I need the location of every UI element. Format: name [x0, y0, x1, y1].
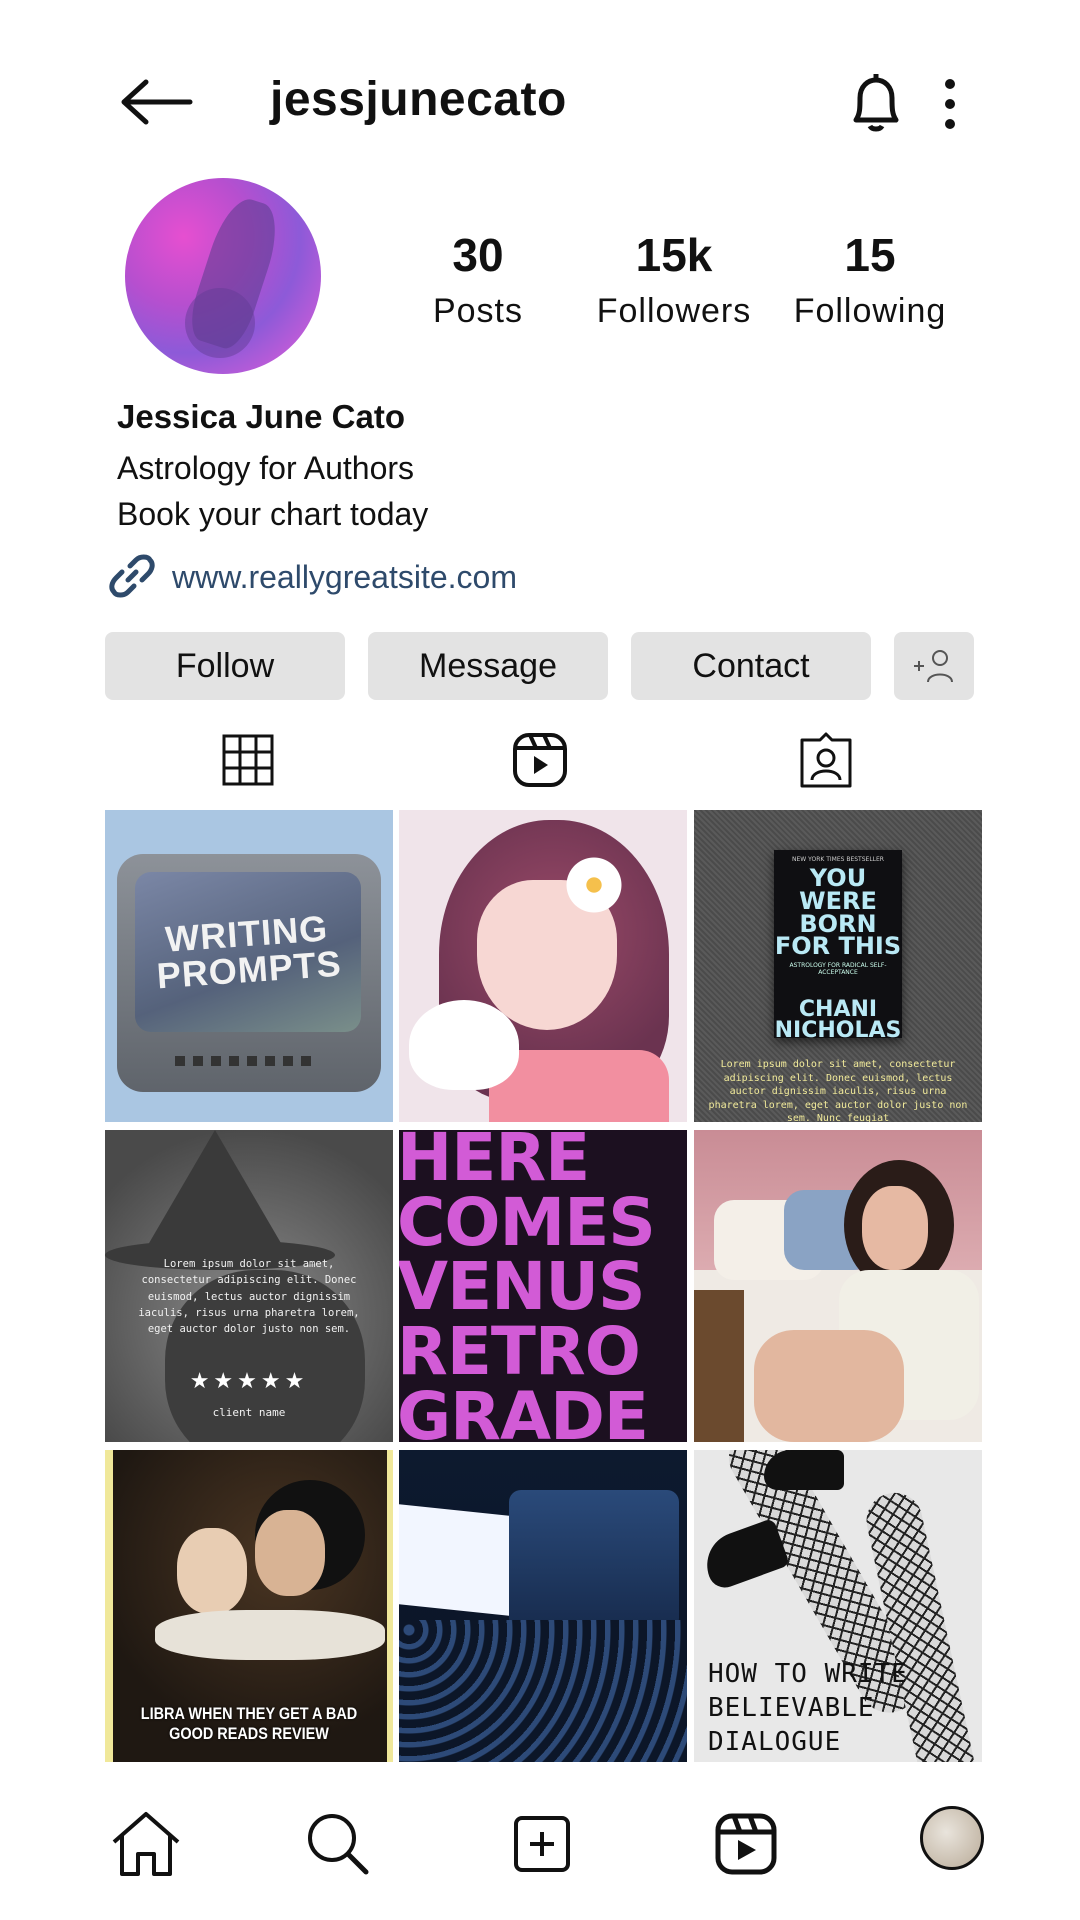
post-thumbnail[interactable]: LIBRA WHEN THEY GET A BAD GOOD READS REV…	[105, 1450, 393, 1762]
profile-avatar[interactable]	[125, 178, 321, 374]
tab-grid[interactable]	[218, 730, 278, 790]
nav-create[interactable]	[502, 1804, 582, 1884]
add-user-icon	[914, 650, 953, 683]
post-thumbnail[interactable]: Lorem ipsum dolor sit amet, consectetur …	[105, 1130, 393, 1442]
stat-followers-value: 15k	[635, 229, 713, 281]
post-text: Lorem ipsum dolor sit amet, consectetur …	[138, 1258, 360, 1336]
tab-tagged[interactable]	[796, 730, 856, 790]
back-arrow-icon	[121, 79, 193, 125]
stat-followers[interactable]: 15k Followers	[579, 228, 769, 331]
reels-icon	[715, 1813, 777, 1875]
link-icon	[108, 552, 156, 600]
book-cover: NEW YORK TIMES BESTSELLER YOU WERE BORN …	[774, 850, 902, 1042]
tagged-icon	[800, 732, 852, 788]
bell-icon	[853, 74, 899, 132]
post-thumbnail[interactable]	[399, 1450, 687, 1762]
grid-icon	[222, 734, 274, 786]
tab-reels[interactable]	[510, 730, 570, 790]
reels-icon	[513, 733, 567, 787]
more-options-button[interactable]	[930, 72, 970, 136]
post-thumbnail[interactable]: WRITING PROMPTS	[105, 810, 393, 1122]
post-thumbnail[interactable]	[399, 810, 687, 1122]
message-button[interactable]: Message	[368, 632, 608, 700]
nav-profile-avatar[interactable]	[920, 1806, 984, 1870]
post-text: Lorem ipsum dolor sit amet, consectetur …	[708, 1059, 968, 1122]
back-button[interactable]	[118, 72, 198, 132]
post-thumbnail[interactable]: HOW TO WRITE BELIEVABLE DIALOGUE	[694, 1450, 982, 1762]
nav-reels[interactable]	[706, 1804, 786, 1884]
create-icon	[514, 1816, 570, 1872]
search-icon	[308, 1814, 369, 1875]
post-text: WRITING PROMPTS	[155, 907, 343, 997]
profile-website-link[interactable]: www.reallygreatsite.com	[172, 559, 517, 596]
profile-username: jessjunecato	[270, 73, 567, 126]
post-text: client name	[212, 1406, 286, 1419]
contact-button[interactable]: Contact	[631, 632, 871, 700]
stat-posts-label: Posts	[432, 292, 524, 330]
stat-following-value: 15	[844, 229, 896, 281]
post-text: LIBRA WHEN THEY GET A BAD GOOD READS REV…	[140, 1704, 358, 1743]
nav-search[interactable]	[298, 1804, 378, 1884]
post-text: HOW TO WRITE BELIEVABLE DIALOGUE	[708, 1659, 908, 1757]
stat-posts-value: 30	[452, 229, 504, 281]
post-text: HERE COMES VENUS RETRO GRADE	[399, 1130, 656, 1442]
post-thumbnail[interactable]: NEW YORK TIMES BESTSELLER YOU WERE BORN …	[694, 810, 982, 1122]
more-vertical-icon	[945, 79, 955, 129]
bio-line: Book your chart today	[117, 496, 429, 532]
follow-button[interactable]: Follow	[105, 632, 345, 700]
home-icon	[112, 1812, 180, 1876]
stat-posts[interactable]: 30 Posts	[383, 228, 573, 331]
stat-following-label: Following	[793, 292, 947, 330]
rating-stars: ★★★★★	[189, 1368, 309, 1393]
stat-followers-label: Followers	[596, 292, 752, 330]
nav-home[interactable]	[106, 1804, 186, 1884]
post-thumbnail[interactable]	[694, 1130, 982, 1442]
bio-line: Astrology for Authors	[117, 450, 415, 486]
post-thumbnail[interactable]: HERE COMES VENUS RETRO GRADE	[399, 1130, 687, 1442]
notifications-button[interactable]	[846, 72, 906, 136]
stat-following[interactable]: 15 Following	[775, 228, 965, 331]
suggest-users-button[interactable]	[894, 632, 974, 700]
profile-full-name: Jessica June Cato	[117, 398, 405, 435]
